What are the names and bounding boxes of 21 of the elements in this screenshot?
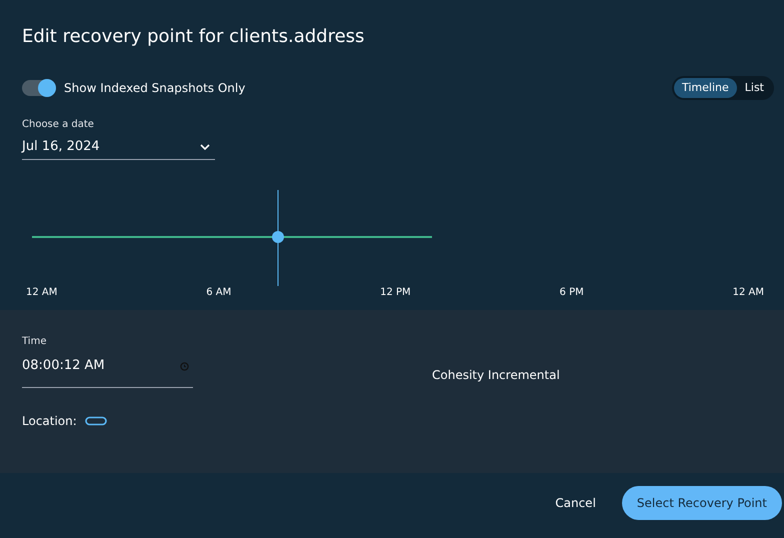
chevron-down-icon [199,142,211,150]
time-field[interactable]: 08:00:12 AM [22,351,193,388]
cancel-button[interactable]: Cancel [551,486,600,520]
field-label: Choose a date [22,118,94,132]
date-dropdown[interactable]: Jul 16, 2024 [22,134,215,160]
view-tab[interactable]: List [736,78,772,98]
toggle-label: Show Indexed Snapshots Only [64,80,246,97]
axis-label: 12 PM [380,286,411,300]
pill-icon [84,416,107,426]
axis-label: 6 AM [206,286,232,300]
axis-label: 12 AM [26,286,58,300]
view-tab[interactable]: Timeline [674,78,737,98]
clock-icon [180,362,189,370]
snapshot-type: Cohesity Incremental [432,368,560,382]
location-label: Location: [22,413,77,430]
primary-button[interactable]: Select Recovery Point [622,486,782,520]
field-label: Time [22,335,46,349]
axis-label: 12 AM [732,286,764,300]
axis-label: 6 PM [560,286,584,300]
dialog-title: Edit recovery point for clients.address [22,25,364,49]
toggle-switch[interactable] [22,80,56,96]
